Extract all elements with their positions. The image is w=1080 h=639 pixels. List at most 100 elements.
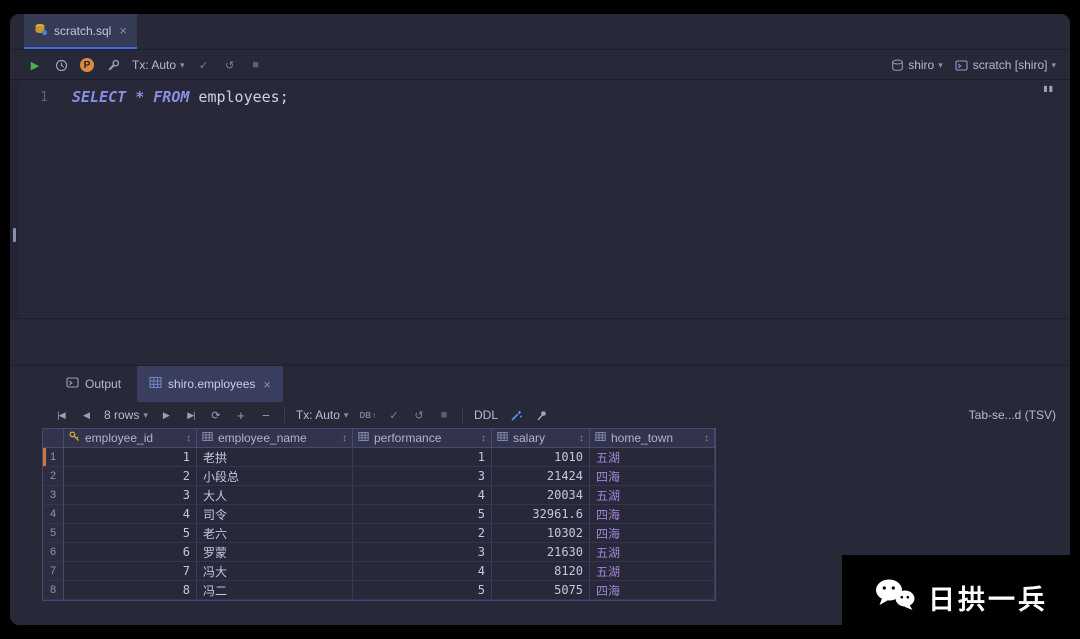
row-number[interactable]: 8 xyxy=(43,581,64,600)
cell-performance[interactable]: 5 xyxy=(353,581,492,600)
export-format-label[interactable]: Tab-se...d (TSV) xyxy=(969,408,1056,422)
cell-employee_name[interactable]: 司令 xyxy=(197,505,353,524)
cell-employee_id[interactable]: 5 xyxy=(64,524,197,543)
commit-icon[interactable]: ✓ xyxy=(387,409,401,422)
sort-icon[interactable]: ↕ xyxy=(342,433,347,444)
cell-home_town[interactable]: 五湖 xyxy=(590,486,715,505)
cell-employee_id[interactable]: 4 xyxy=(64,505,197,524)
cell-salary[interactable]: 21424 xyxy=(492,467,590,486)
last-page-icon[interactable]: ▶| xyxy=(184,410,198,421)
parameters-badge-icon[interactable]: P xyxy=(80,58,94,72)
cell-performance[interactable]: 3 xyxy=(353,467,492,486)
cell-salary[interactable]: 21630 xyxy=(492,543,590,562)
cell-salary[interactable]: 8120 xyxy=(492,562,590,581)
cell-employee_name[interactable]: 小段总 xyxy=(197,467,353,486)
data-source-selector[interactable]: shiro ▾ xyxy=(890,58,943,72)
sort-icon[interactable]: ↕ xyxy=(704,433,709,444)
close-icon[interactable]: × xyxy=(119,24,127,37)
stop-icon[interactable]: ■ xyxy=(249,59,263,71)
column-header-performance[interactable]: performance ↕ xyxy=(353,429,492,448)
tx-mode-label: Tx: Auto xyxy=(132,58,177,72)
pin-icon[interactable] xyxy=(534,409,548,422)
cell-salary[interactable]: 32961.6 xyxy=(492,505,590,524)
ddl-button[interactable]: DDL xyxy=(474,408,498,422)
cell-home_town[interactable]: 四海 xyxy=(590,505,715,524)
cell-salary[interactable]: 5075 xyxy=(492,581,590,600)
row-number[interactable]: 6 xyxy=(43,543,64,562)
cell-performance[interactable]: 4 xyxy=(353,486,492,505)
row-number[interactable]: 5 xyxy=(43,524,64,543)
close-icon[interactable]: × xyxy=(263,378,271,391)
column-header-home_town[interactable]: home_town ↕ xyxy=(590,429,715,448)
table-column-icon xyxy=(202,431,213,445)
row-number[interactable]: 2 xyxy=(43,467,64,486)
cell-home_town[interactable]: 五湖 xyxy=(590,543,715,562)
next-page-icon[interactable]: ▶ xyxy=(159,410,173,421)
execution-history-icon[interactable] xyxy=(54,59,68,72)
cell-salary[interactable]: 1010 xyxy=(492,448,590,467)
cell-home_town[interactable]: 四海 xyxy=(590,524,715,543)
delete-row-icon[interactable]: − xyxy=(259,408,273,423)
cell-salary[interactable]: 20034 xyxy=(492,486,590,505)
tab-scratch-sql[interactable]: scratch.sql × xyxy=(24,14,137,49)
cell-employee_name[interactable]: 冯二 xyxy=(197,581,353,600)
tab-shiro-employees[interactable]: shiro.employees × xyxy=(137,366,283,402)
cell-performance[interactable]: 1 xyxy=(353,448,492,467)
cell-employee_name[interactable]: 大人 xyxy=(197,486,353,505)
wrench-icon[interactable] xyxy=(106,59,120,72)
cell-employee_name[interactable]: 罗蒙 xyxy=(197,543,353,562)
ai-modify-icon[interactable] xyxy=(509,409,523,422)
column-header-employee_name[interactable]: employee_name ↕ xyxy=(197,429,353,448)
sort-icon[interactable]: ↕ xyxy=(186,433,191,444)
stripe-marker[interactable] xyxy=(13,228,16,242)
cell-home_town[interactable]: 五湖 xyxy=(590,562,715,581)
cell-employee_id[interactable]: 2 xyxy=(64,467,197,486)
row-number[interactable]: 4 xyxy=(43,505,64,524)
cell-home_town[interactable]: 四海 xyxy=(590,467,715,486)
cell-performance[interactable]: 3 xyxy=(353,543,492,562)
rollback-icon[interactable]: ↺ xyxy=(412,409,426,422)
row-number[interactable]: 3 xyxy=(43,486,64,505)
column-header-salary[interactable]: salary ↕ xyxy=(492,429,590,448)
cell-employee_id[interactable]: 6 xyxy=(64,543,197,562)
cell-salary[interactable]: 10302 xyxy=(492,524,590,543)
cell-employee_name[interactable]: 老拱 xyxy=(197,448,353,467)
code-editor[interactable]: 1 SELECT * FROM employees; ▮▮ xyxy=(10,81,1070,318)
column-header-employee_id[interactable]: employee_id ↕ xyxy=(64,429,197,448)
chevron-down-icon: ▾ xyxy=(143,409,148,420)
cell-home_town[interactable]: 四海 xyxy=(590,581,715,600)
row-number[interactable]: 1 xyxy=(43,448,64,467)
tab-output[interactable]: Output xyxy=(54,366,133,402)
cell-performance[interactable]: 2 xyxy=(353,524,492,543)
cell-employee_name[interactable]: 冯大 xyxy=(197,562,353,581)
sort-icon[interactable]: ↕ xyxy=(579,433,584,444)
tx-mode-dropdown[interactable]: Tx: Auto ▾ xyxy=(132,58,185,72)
table-row: 1 1 老拱 1 1010 五湖 xyxy=(43,448,715,467)
cell-employee_id[interactable]: 1 xyxy=(64,448,197,467)
reload-icon[interactable]: ⟳ xyxy=(209,409,223,422)
cell-employee_id[interactable]: 7 xyxy=(64,562,197,581)
cell-performance[interactable]: 4 xyxy=(353,562,492,581)
sort-icon[interactable]: ↕ xyxy=(481,433,486,444)
submit-icon[interactable]: DB ↑ xyxy=(359,411,376,420)
grid-corner[interactable] xyxy=(43,429,64,448)
cell-employee_id[interactable]: 8 xyxy=(64,581,197,600)
page-size-dropdown[interactable]: 8 rows ▾ xyxy=(104,408,148,422)
cell-performance[interactable]: 5 xyxy=(353,505,492,524)
previous-page-icon[interactable]: ◀ xyxy=(79,410,93,421)
tx-mode-dropdown[interactable]: Tx: Auto ▾ xyxy=(296,408,349,422)
cell-employee_id[interactable]: 3 xyxy=(64,486,197,505)
run-icon[interactable]: ▶ xyxy=(28,59,42,72)
session-selector[interactable]: scratch [shiro] ▾ xyxy=(955,58,1056,72)
chevron-down-icon: ▾ xyxy=(343,409,349,420)
stop-icon[interactable]: ■ xyxy=(437,409,451,421)
row-number[interactable]: 7 xyxy=(43,562,64,581)
editor-panel-divider[interactable] xyxy=(10,318,1070,319)
cell-employee_name[interactable]: 老六 xyxy=(197,524,353,543)
rollback-icon[interactable]: ↺ xyxy=(223,59,237,72)
add-row-icon[interactable]: + xyxy=(234,408,248,423)
code-line[interactable]: SELECT * FROM employees; xyxy=(72,87,289,107)
commit-icon[interactable]: ✓ xyxy=(197,59,211,72)
cell-home_town[interactable]: 五湖 xyxy=(590,448,715,467)
first-page-icon[interactable]: |◀ xyxy=(54,410,68,421)
